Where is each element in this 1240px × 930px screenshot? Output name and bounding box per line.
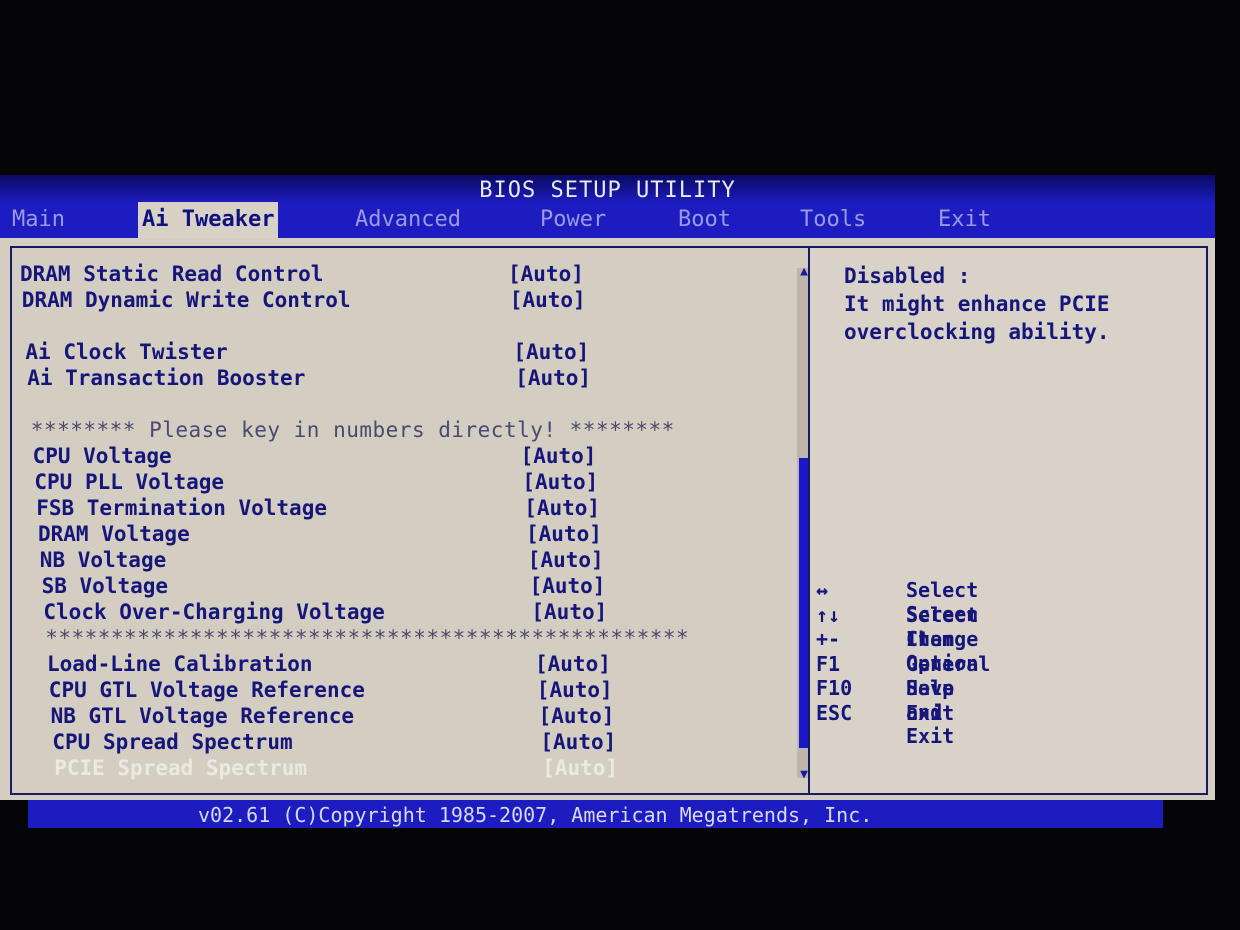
setting-value[interactable]: [Auto] [524, 496, 600, 520]
tab-power[interactable]: Power [540, 202, 606, 238]
setting-label: CPU PLL Voltage [34, 470, 225, 494]
separator-text: ******** Please key in numbers directly!… [30, 418, 675, 442]
setting-label: FSB Termination Voltage [36, 496, 327, 520]
setting-row[interactable]: NB GTL Voltage Reference [Auto] [51, 704, 821, 730]
setting-row[interactable]: PCIE Spread Spectrum [Auto] [54, 756, 824, 782]
main-area: ▲ ▼ DRAM Static Read Control [Auto] DRAM D… [0, 238, 1215, 800]
bios-screen: BIOS SETUP UTILITY Main Ai Tweaker Advance… [0, 175, 1215, 830]
setting-row[interactable]: CPU GTL Voltage Reference [Auto] [49, 678, 819, 704]
settings-panel: ▲ ▼ DRAM Static Read Control [Auto] DRAM D… [10, 246, 812, 795]
tab-bar: Main Ai Tweaker Advanced Power Boot Tools Exit [0, 202, 1215, 238]
setting-row[interactable]: Ai Transaction Booster [Auto] [27, 366, 797, 392]
setting-label: CPU Spread Spectrum [52, 730, 293, 754]
setting-value[interactable]: [Auto] [542, 756, 618, 780]
separator: ******** Please key in numbers directly!… [31, 418, 801, 444]
setting-label: Clock Over-Charging Voltage [43, 600, 385, 624]
setting-label: NB Voltage [39, 548, 167, 572]
setting-label: Ai Clock Twister [25, 340, 228, 364]
setting-value[interactable]: [Auto] [521, 444, 597, 468]
setting-row[interactable]: Clock Over-Charging Voltage [Auto] [43, 600, 813, 626]
key-label: ESC [816, 700, 853, 725]
setting-row[interactable]: CPU PLL Voltage [Auto] [34, 470, 804, 496]
setting-value[interactable]: [Auto] [522, 470, 598, 494]
setting-value[interactable]: [Auto] [508, 262, 584, 286]
setting-row[interactable]: Load-Line Calibration [Auto] [47, 652, 817, 678]
setting-label: NB GTL Voltage Reference [50, 704, 355, 728]
setting-label: DRAM Voltage [38, 522, 190, 546]
setting-row[interactable]: CPU Spread Spectrum [Auto] [52, 730, 822, 756]
setting-row[interactable]: DRAM Voltage [Auto] [38, 522, 808, 548]
window-title: BIOS SETUP UTILITY [0, 175, 1215, 205]
setting-row[interactable]: DRAM Static Read Control [Auto] [20, 262, 790, 288]
setting-value[interactable]: [Auto] [535, 652, 611, 676]
setting-label: CPU GTL Voltage Reference [48, 678, 365, 702]
setting-label: CPU Voltage [32, 444, 172, 468]
setting-value[interactable]: [Auto] [513, 340, 589, 364]
key-label: F10 [816, 676, 853, 700]
setting-value[interactable]: [Auto] [510, 288, 586, 312]
setting-value[interactable]: [Auto] [526, 522, 602, 546]
help-panel: Disabled : It might enhance PCIE overclo… [808, 246, 1208, 795]
help-text: Disabled : It might enhance PCIE overclo… [844, 264, 1110, 344]
key-description: Exit [906, 700, 955, 725]
setting-row[interactable]: FSB Termination Voltage [Auto] [36, 496, 806, 522]
key-label: F1 [816, 651, 841, 676]
tab-advanced[interactable]: Advanced [355, 202, 461, 238]
setting-row[interactable]: CPU Voltage [Auto] [33, 444, 803, 470]
setting-label: Load-Line Calibration [47, 652, 313, 676]
tab-boot[interactable]: Boot [678, 202, 731, 238]
setting-label: DRAM Dynamic Write Control [21, 288, 351, 312]
setting-row[interactable]: SB Voltage [Auto] [42, 574, 812, 600]
setting-value[interactable]: [Auto] [530, 574, 606, 598]
tab-main[interactable]: Main [12, 202, 65, 238]
setting-row[interactable]: Ai Clock Twister [Auto] [25, 340, 795, 366]
setting-value[interactable]: [Auto] [531, 600, 607, 624]
setting-label: PCIE Spread Spectrum [54, 756, 308, 780]
setting-value[interactable]: [Auto] [537, 678, 613, 702]
setting-row[interactable]: NB Voltage [Auto] [40, 548, 810, 574]
key-label: ↑↓ [816, 602, 841, 627]
setting-value[interactable]: [Auto] [528, 548, 604, 572]
tab-exit[interactable]: Exit [938, 202, 991, 238]
setting-value[interactable]: [Auto] [515, 366, 591, 390]
separator: ****************************************… [45, 626, 815, 652]
key-label: ↔ [816, 578, 829, 602]
setting-row[interactable]: DRAM Dynamic Write Control [Auto] [22, 288, 792, 314]
tab-ai-tweaker[interactable]: Ai Tweaker [138, 202, 279, 238]
tab-tools[interactable]: Tools [800, 202, 866, 238]
setting-label: Ai Transaction Booster [27, 366, 306, 390]
setting-value[interactable]: [Auto] [539, 704, 615, 728]
key-label: +- [816, 627, 841, 651]
setting-label: DRAM Static Read Control [20, 262, 324, 286]
setting-value[interactable]: [Auto] [540, 730, 616, 754]
copyright-footer: v02.61 (C)Copyright 1985-2007, American … [28, 800, 1163, 828]
setting-label: SB Voltage [41, 574, 169, 598]
separator-text: ****************************************… [45, 626, 690, 650]
